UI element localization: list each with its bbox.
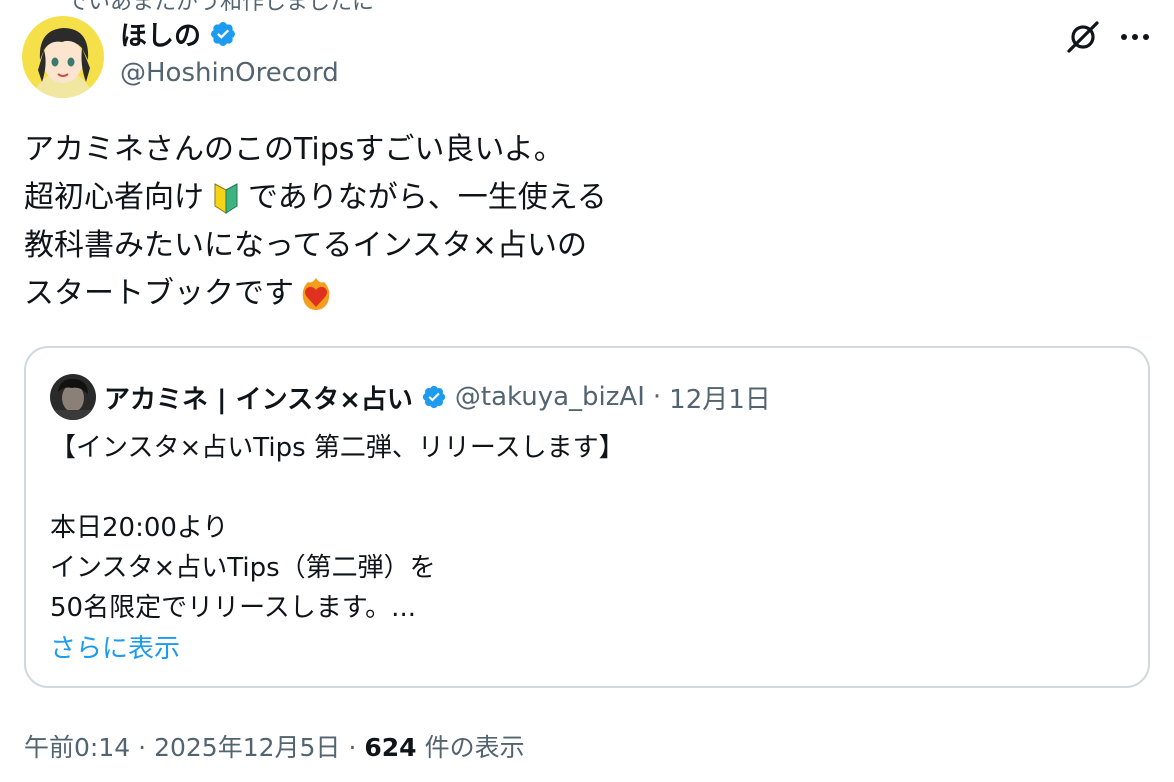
beginner-mark-icon bbox=[208, 180, 244, 216]
quoted-tweet-header: アカミネ | インスタ×占い @takuya_bizAI · 12月1日 bbox=[50, 374, 771, 420]
tweet-page: でいあまたがう和作しましたに ほしの @HoshinOrecord アカミネさん… bbox=[0, 0, 1174, 782]
tweet-line: 超初心者向け でありながら、一生使える bbox=[24, 174, 607, 222]
quoted-author-handle[interactable]: @takuya_bizAI bbox=[455, 382, 645, 412]
tweet-line-part: でありながら、一生使える bbox=[248, 180, 607, 215]
tweet-date[interactable]: 2025年12月5日 bbox=[154, 728, 340, 764]
verified-badge-icon bbox=[209, 20, 237, 48]
view-label: 件の表示 bbox=[424, 733, 525, 762]
more-icon bbox=[1121, 34, 1149, 40]
author-handle[interactable]: @HoshinOrecord bbox=[120, 58, 339, 88]
tweet-line: スタートブックです bbox=[24, 270, 607, 318]
quoted-line: 【インスタ×占いTips 第二弾、リリースします】 bbox=[50, 433, 625, 463]
tweet-text: アカミネさんのこのTipsすごい良いよ。 超初心者向け でありながら、一生使える… bbox=[24, 126, 607, 318]
separator-dot: · bbox=[138, 733, 147, 762]
quoted-line: 50名限定でリリースします。... bbox=[50, 593, 416, 623]
tweet-meta: 午前0:14 · 2025年12月5日 · 624 件の表示 bbox=[24, 728, 525, 764]
quoted-line bbox=[50, 468, 625, 508]
show-more-link[interactable]: さらに表示 bbox=[50, 628, 180, 665]
view-count[interactable]: 624 bbox=[364, 733, 416, 762]
quoted-tweet-text: 【インスタ×占いTips 第二弾、リリースします】 本日20:00より インスタ… bbox=[50, 428, 625, 628]
author-name-row[interactable]: ほしの bbox=[120, 14, 237, 53]
author-display-name[interactable]: ほしの bbox=[120, 14, 201, 53]
heart-on-fire-icon bbox=[298, 276, 334, 312]
quoted-line: インスタ×占いTips（第二弾）を bbox=[50, 553, 436, 583]
separator-dot: · bbox=[652, 382, 662, 412]
tweet-line-part: スタートブックです bbox=[24, 276, 294, 311]
verified-badge-icon bbox=[421, 384, 447, 410]
separator-dot: · bbox=[348, 733, 357, 762]
grok-button[interactable] bbox=[1064, 18, 1102, 56]
quoted-tweet-date[interactable]: 12月1日 bbox=[669, 379, 771, 416]
quoted-line: 本日20:00より bbox=[50, 513, 229, 543]
grok-icon bbox=[1067, 21, 1099, 53]
tweet-line: アカミネさんのこのTipsすごい良いよ。 bbox=[24, 132, 564, 167]
quoted-author-avatar[interactable] bbox=[50, 374, 96, 420]
tweet-line: 教科書みたいになってるインスタ×占いの bbox=[24, 228, 588, 263]
tweet-time[interactable]: 午前0:14 bbox=[24, 728, 130, 764]
author-avatar[interactable] bbox=[22, 16, 104, 98]
tweet-line-part: 超初心者向け bbox=[24, 180, 204, 215]
more-options-button[interactable] bbox=[1116, 18, 1154, 56]
quoted-tweet-card[interactable]: アカミネ | インスタ×占い @takuya_bizAI · 12月1日 【イン… bbox=[24, 346, 1150, 688]
quoted-author-name[interactable]: アカミネ | インスタ×占い bbox=[104, 379, 413, 416]
